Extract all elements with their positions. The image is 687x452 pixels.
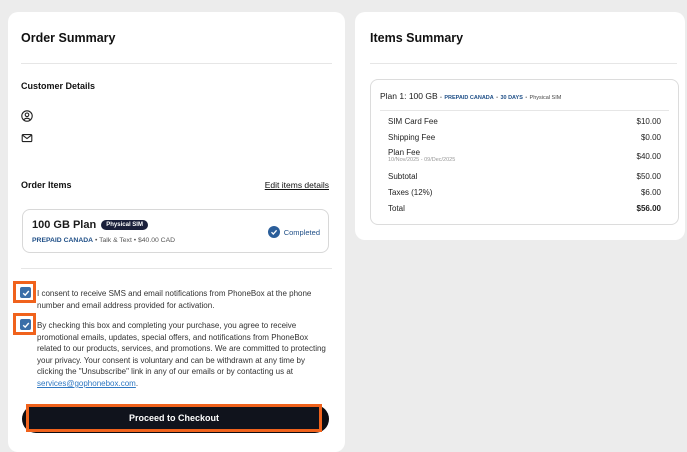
check-icon (22, 290, 29, 296)
divider (380, 110, 669, 111)
plan-card: 100 GB Plan Physical SIM PREPAID CANADA … (22, 209, 329, 253)
summary-plan-sim: Physical SIM (529, 95, 562, 101)
mail-icon (21, 134, 33, 143)
edit-items-details-link[interactable]: Edit items details (265, 180, 329, 190)
divider (370, 63, 677, 64)
summary-plan-line: Plan 1: 100 GB • PREPAID CANADA • 30 DAY… (380, 91, 562, 101)
consent-marketing-checkbox[interactable] (20, 319, 31, 330)
consent-sms-checkbox[interactable] (20, 287, 31, 298)
order-summary-title: Order Summary (21, 31, 116, 45)
support-email-link[interactable]: services@gophonebox.com (37, 379, 136, 388)
consent-marketing-end: . (135, 378, 139, 388)
plan-name-text: 100 GB Plan (32, 219, 97, 231)
items-summary-card: Plan 1: 100 GB • PREPAID CANADA • 30 DAY… (370, 79, 679, 225)
check-icon (22, 322, 29, 328)
consent-sms-text: I consent to receive SMS and email notif… (37, 289, 312, 310)
summary-plan-label: Plan 1: 100 GB (380, 91, 438, 101)
divider (21, 268, 332, 269)
status-badge: Completed (267, 226, 320, 238)
divider (21, 63, 332, 64)
check-circle-icon (267, 226, 280, 238)
customer-details-heading: Customer Details (21, 81, 96, 91)
items-summary-panel: Items Summary Plan 1: 100 GB • PREPAID C… (355, 12, 685, 240)
summary-plan-days: 30 DAYS (500, 95, 523, 101)
items-summary-title: Items Summary (370, 31, 464, 45)
status-text: Completed (283, 227, 320, 237)
proceed-to-checkout-button[interactable]: Proceed to Checkout (26, 404, 322, 432)
plan-name: 100 GB Plan Physical SIM (32, 219, 148, 231)
consent-marketing-body: By checking this box and completing your… (37, 321, 326, 377)
plan-meta: PREPAID CANADA • Talk & Text • $40.00 CA… (32, 237, 175, 244)
consent-marketing-text: By checking this box and completing your… (37, 320, 331, 390)
order-items-heading: Order Items (21, 180, 72, 190)
summary-plan-brand: PREPAID CANADA (444, 95, 494, 101)
user-icon (21, 110, 33, 122)
summary-row-plan-fee: Plan Fee 10/Nov/2025 - 09/Dec/2025 $40.0… (388, 148, 661, 163)
plan-brand: PREPAID CANADA (32, 237, 94, 244)
plan-details: • Talk & Text • $40.00 CAD (94, 237, 176, 244)
physical-sim-badge: Physical SIM (101, 220, 148, 230)
